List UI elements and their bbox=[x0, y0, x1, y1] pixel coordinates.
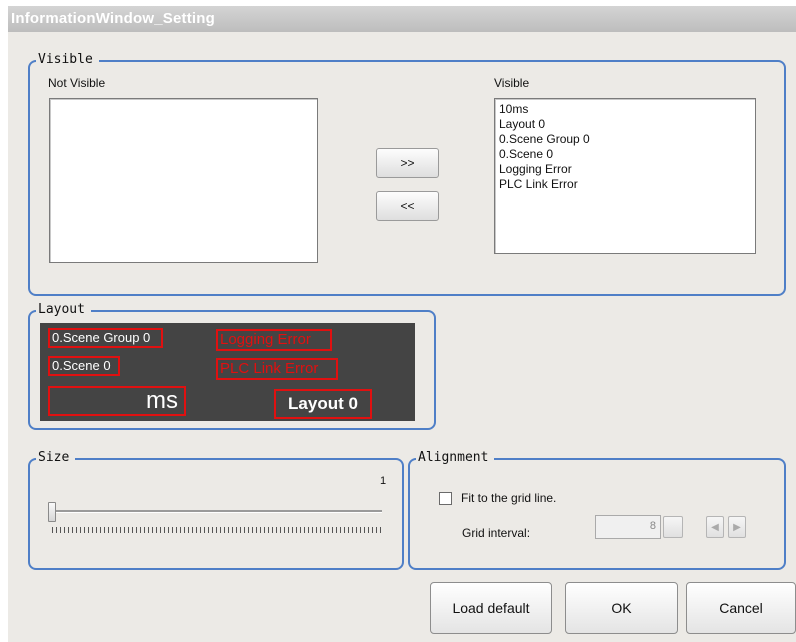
visible-list[interactable]: 10ms Layout 0 0.Scene Group 0 0.Scene 0 Logg… bbox=[494, 98, 756, 254]
alignment-group: Alignment bbox=[408, 450, 786, 570]
not-visible-list[interactable] bbox=[49, 98, 318, 263]
cancel-button[interactable]: Cancel bbox=[686, 582, 796, 634]
preview-layout[interactable]: Layout 0 bbox=[274, 389, 372, 419]
preview-scene-group[interactable]: 0.Scene Group 0 bbox=[48, 328, 163, 348]
load-default-button[interactable]: Load default bbox=[430, 582, 552, 634]
preview-logging-error[interactable]: Logging Error bbox=[216, 329, 332, 351]
alignment-group-label: Alignment bbox=[416, 450, 495, 466]
size-slider-ticks bbox=[52, 527, 382, 533]
fit-grid-checkbox[interactable] bbox=[439, 492, 452, 505]
title-bar[interactable]: InformationWindow_Setting bbox=[8, 6, 796, 32]
layout-group-label: Layout bbox=[36, 302, 91, 318]
move-to-not-visible-button[interactable]: << bbox=[376, 191, 439, 221]
grid-interval-input[interactable]: 8 bbox=[595, 515, 661, 539]
dialog-window: InformationWindow_Setting Visible Not Vi… bbox=[8, 6, 796, 642]
grid-interval-label: Grid interval: bbox=[462, 526, 531, 540]
grid-interval-spin-button[interactable] bbox=[663, 516, 683, 538]
size-group-label: Size bbox=[36, 450, 76, 466]
size-slider-thumb[interactable] bbox=[48, 502, 56, 522]
grid-decrease-button[interactable]: ◀ bbox=[706, 516, 724, 538]
list-item[interactable]: PLC Link Error bbox=[495, 177, 755, 192]
list-item[interactable]: Logging Error bbox=[495, 162, 755, 177]
list-item[interactable]: 0.Scene Group 0 bbox=[495, 132, 755, 147]
window-title: InformationWindow_Setting bbox=[11, 10, 216, 27]
size-slider-track[interactable] bbox=[52, 510, 382, 513]
move-to-visible-button[interactable]: >> bbox=[376, 148, 439, 178]
preview-scene[interactable]: 0.Scene 0 bbox=[48, 356, 120, 376]
list-item[interactable]: 10ms bbox=[495, 102, 755, 117]
size-group: Size bbox=[28, 450, 404, 570]
visible-group-label: Visible bbox=[36, 52, 99, 68]
list-item[interactable]: 0.Scene 0 bbox=[495, 147, 755, 162]
fit-grid-label[interactable]: Fit to the grid line. bbox=[461, 491, 556, 505]
preview-time[interactable]: ms bbox=[48, 386, 186, 416]
preview-plc-link-error[interactable]: PLC Link Error bbox=[216, 358, 338, 380]
visible-list-label: Visible bbox=[494, 76, 530, 90]
grid-increase-button[interactable]: ▶ bbox=[728, 516, 746, 538]
size-value: 1 bbox=[380, 475, 387, 487]
layout-preview[interactable]: 0.Scene Group 0 Logging Error 0.Scene 0 … bbox=[40, 323, 415, 421]
not-visible-label: Not Visible bbox=[48, 76, 106, 90]
ok-button[interactable]: OK bbox=[565, 582, 678, 634]
list-item[interactable]: Layout 0 bbox=[495, 117, 755, 132]
